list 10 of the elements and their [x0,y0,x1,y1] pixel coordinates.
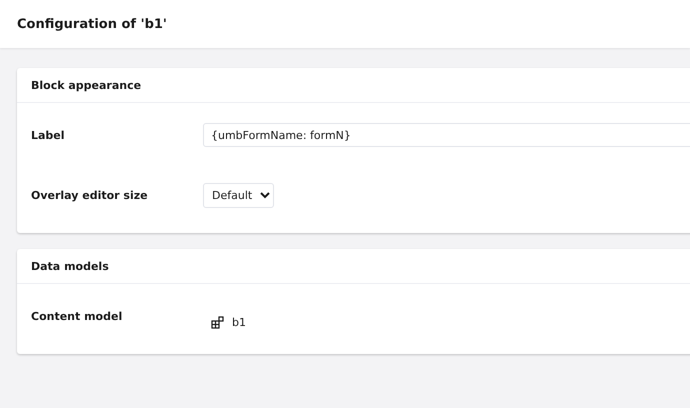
field-label: Label [31,128,66,142]
section-title: Data models [17,249,690,284]
field-label: Overlay editor size [31,188,149,202]
blocks-icon [211,316,224,329]
section-title: Block appearance [17,68,690,103]
label-field[interactable]: {umbFormName: formN} [203,123,690,147]
field-label: Content model [31,309,124,323]
model-name[interactable]: b1 [232,316,246,329]
page-title: Configuration of 'b1' [17,16,167,32]
size-dropdown[interactable]: Default [203,183,274,208]
